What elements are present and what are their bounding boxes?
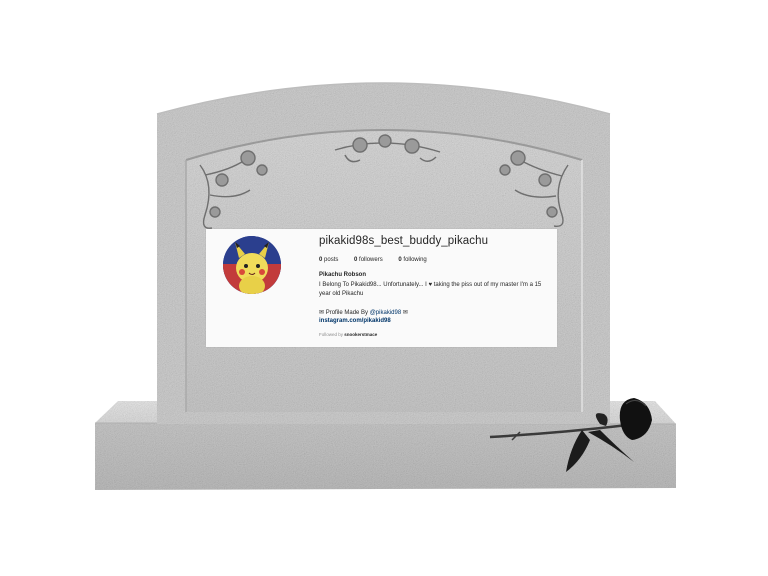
posts-count: 0 xyxy=(319,257,323,263)
followers-label: followers xyxy=(359,257,383,263)
made-by-handle-link[interactable]: @pikakid98 xyxy=(370,310,401,316)
profile-username: pikakid98s_best_buddy_pikachu xyxy=(319,235,489,247)
posts-label: posts xyxy=(324,257,339,263)
followed-by-user-link[interactable]: snookerstmace xyxy=(344,332,377,337)
instagram-profile-card: pikakid98s_best_buddy_pikachu 0 posts 0 … xyxy=(206,229,557,347)
pikachu-plush-avatar-icon[interactable] xyxy=(223,236,281,294)
following-stat[interactable]: 0 following xyxy=(398,257,426,263)
followed-by: Followed by snookerstmace xyxy=(319,332,377,337)
followers-stat[interactable]: 0 followers xyxy=(354,257,383,263)
profile-made-by: ✉ Profile Made By @pikakid98 ✉ xyxy=(319,309,408,316)
made-by-suffix: ✉ xyxy=(401,310,408,316)
following-label: following xyxy=(403,257,427,263)
profile-stats: 0 posts 0 followers 0 following xyxy=(319,257,441,263)
profile-bio: I Belong To Pikakid98... Unfortunately..… xyxy=(319,282,542,297)
following-count: 0 xyxy=(398,257,402,263)
profile-website-link[interactable]: instagram.com/pikakid98 xyxy=(319,318,391,324)
made-by-prefix: ✉ Profile Made By xyxy=(319,310,370,316)
memorial-scene: pikakid98s_best_buddy_pikachu 0 posts 0 … xyxy=(0,0,768,576)
profile-full-name: Pikachu Robson xyxy=(319,272,367,278)
followers-count: 0 xyxy=(354,257,358,263)
posts-stat[interactable]: 0 posts xyxy=(319,257,338,263)
followed-by-prefix: Followed by xyxy=(319,332,345,337)
